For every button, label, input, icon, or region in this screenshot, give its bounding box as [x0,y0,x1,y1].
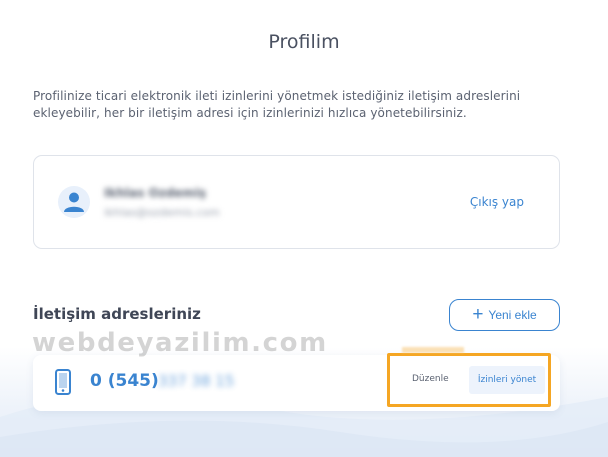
edit-link[interactable]: Düzenle [412,374,449,384]
account-subtitle: ikhlas@ozdemis.com [104,206,220,219]
actions-highlight: Düzenle İzinleri yönet [387,353,551,407]
avatar [58,186,90,218]
user-icon [64,192,84,212]
logout-link[interactable]: Çıkış yap [470,195,524,209]
mobile-phone-icon [55,369,71,395]
section-title: İletişim adresleriniz [33,305,201,323]
page-title: Profilim [268,31,340,53]
manage-permissions-button[interactable]: İzinleri yönet [469,366,545,394]
account-name: Ikhlas Ozdemiş [104,186,207,200]
phone-number-redacted: 337 38 15 [158,372,235,390]
intro-text: Profilinize ticari elektronik ileti izin… [33,89,521,120]
plus-icon: + [472,303,484,325]
add-new-label: Yeni ekle [488,308,537,322]
account-card: Ikhlas Ozdemiş ikhlas@ozdemis.com Çıkış … [33,155,560,249]
add-new-button[interactable]: + Yeni ekle [449,299,560,331]
phone-prefix: 0 (545) [90,371,159,391]
